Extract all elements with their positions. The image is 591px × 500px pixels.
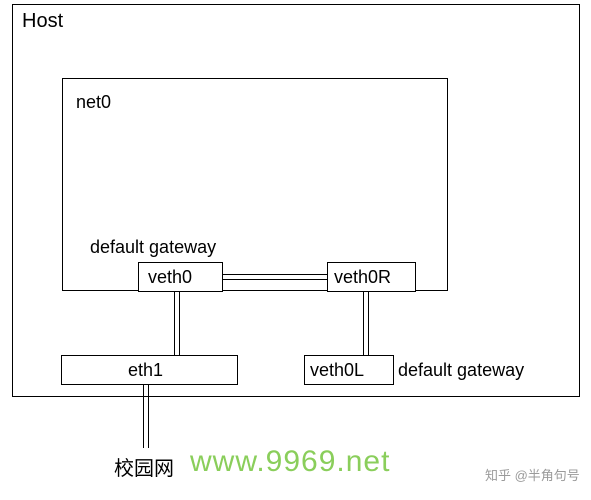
- connector-veth0-eth1: [174, 292, 180, 355]
- default-gateway-label-top: default gateway: [90, 237, 216, 258]
- veth0-label: veth0: [148, 267, 192, 288]
- default-gateway-label-right: default gateway: [398, 360, 524, 381]
- campus-label: 校园网: [114, 452, 174, 481]
- host-label: Host: [22, 10, 63, 33]
- eth1-label: eth1: [128, 360, 163, 381]
- veth0l-label: veth0L: [310, 360, 364, 381]
- connector-veth0-veth0r: [223, 274, 327, 280]
- connector-eth1-campus: [143, 385, 149, 448]
- connector-veth0r-veth0l: [363, 292, 369, 355]
- watermark-attribution: 知乎 @半角句号: [485, 465, 580, 484]
- veth0r-label: veth0R: [334, 267, 391, 288]
- net0-label: net0: [76, 92, 111, 113]
- watermark-url: www.9969.net: [190, 445, 390, 479]
- net0-box: [62, 78, 448, 291]
